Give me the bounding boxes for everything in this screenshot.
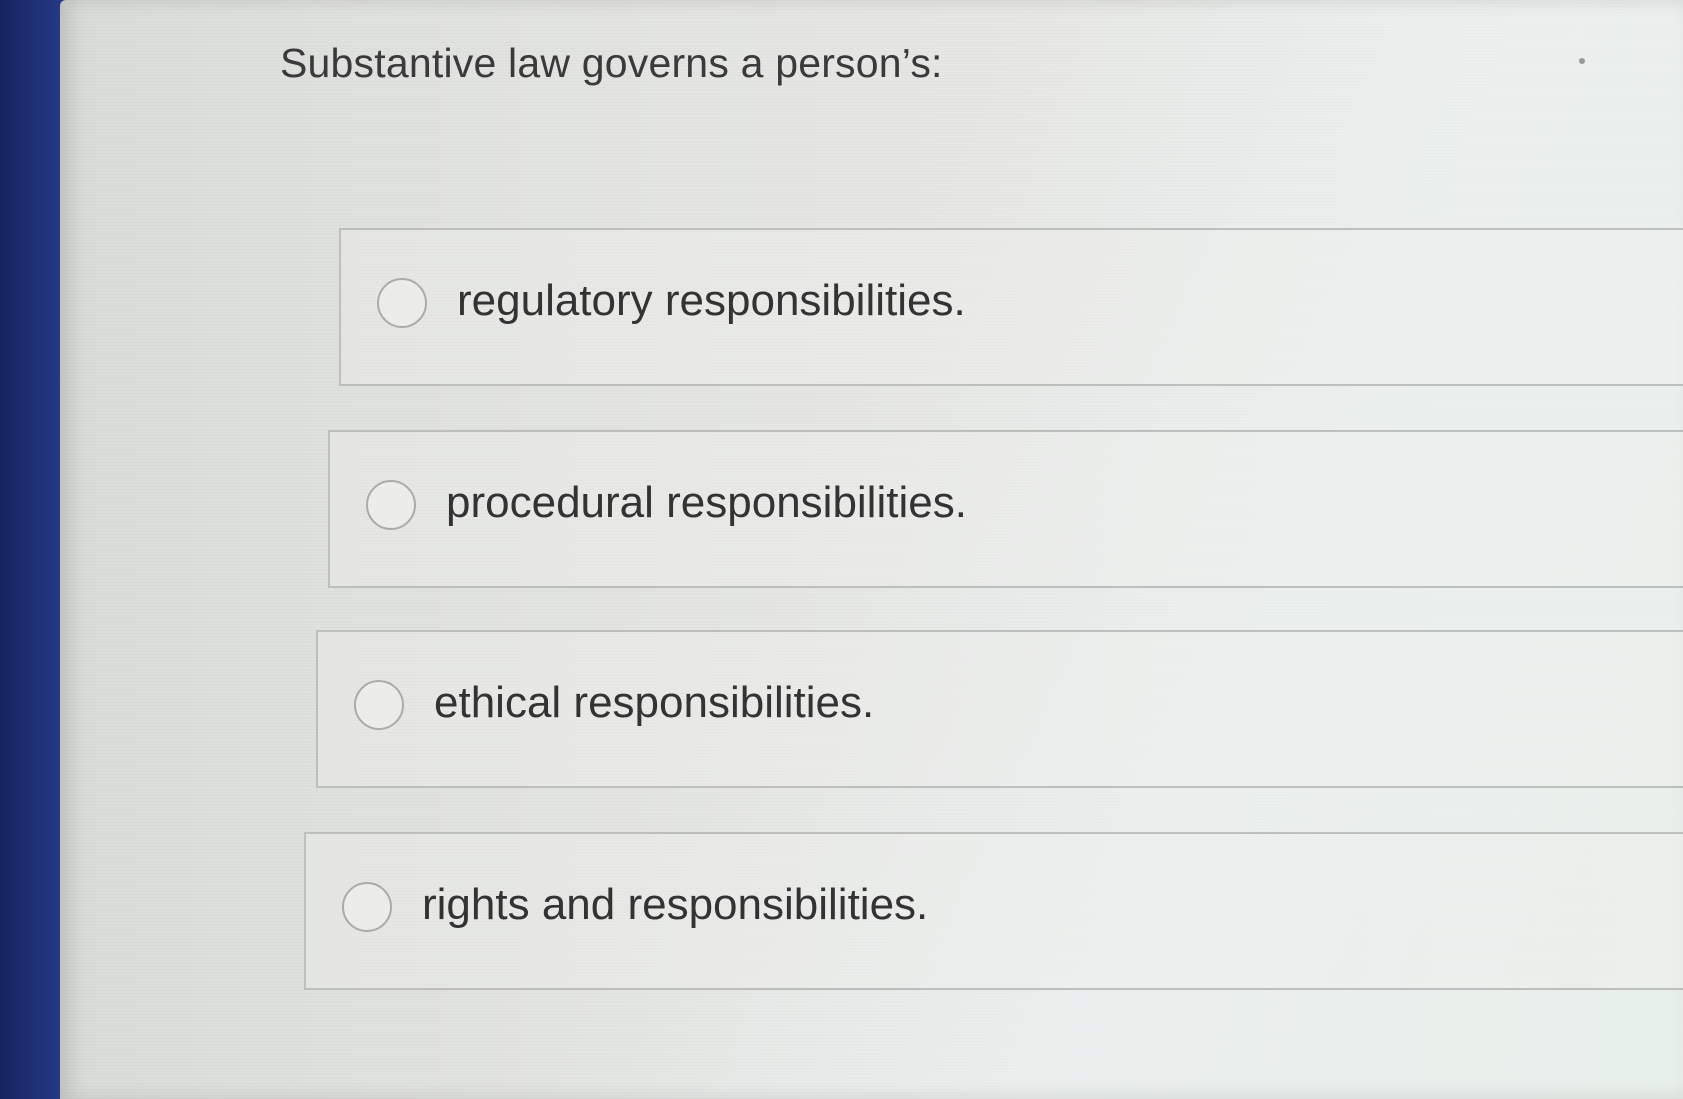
radio-button[interactable] [342, 882, 392, 932]
answer-option-rights[interactable]: rights and responsibilities. [304, 832, 1683, 990]
quiz-panel: Substantive law governs a person’s: regu… [60, 0, 1683, 1099]
radio-button[interactable] [366, 480, 416, 530]
answer-label: ethical responsibilities. [434, 678, 875, 727]
question-text: Substantive law governs a person’s: [280, 40, 943, 86]
radio-button[interactable] [377, 278, 427, 328]
answer-label: rights and responsibilities. [422, 880, 929, 929]
status-dot [1579, 58, 1585, 64]
answer-label: procedural responsibilities. [446, 478, 967, 527]
answer-option-regulatory[interactable]: regulatory responsibilities. [339, 228, 1683, 386]
answer-option-ethical[interactable]: ethical responsibilities. [316, 630, 1683, 788]
radio-button[interactable] [354, 680, 404, 730]
answer-label: regulatory responsibilities. [457, 276, 966, 325]
answer-option-procedural[interactable]: procedural responsibilities. [328, 430, 1683, 588]
